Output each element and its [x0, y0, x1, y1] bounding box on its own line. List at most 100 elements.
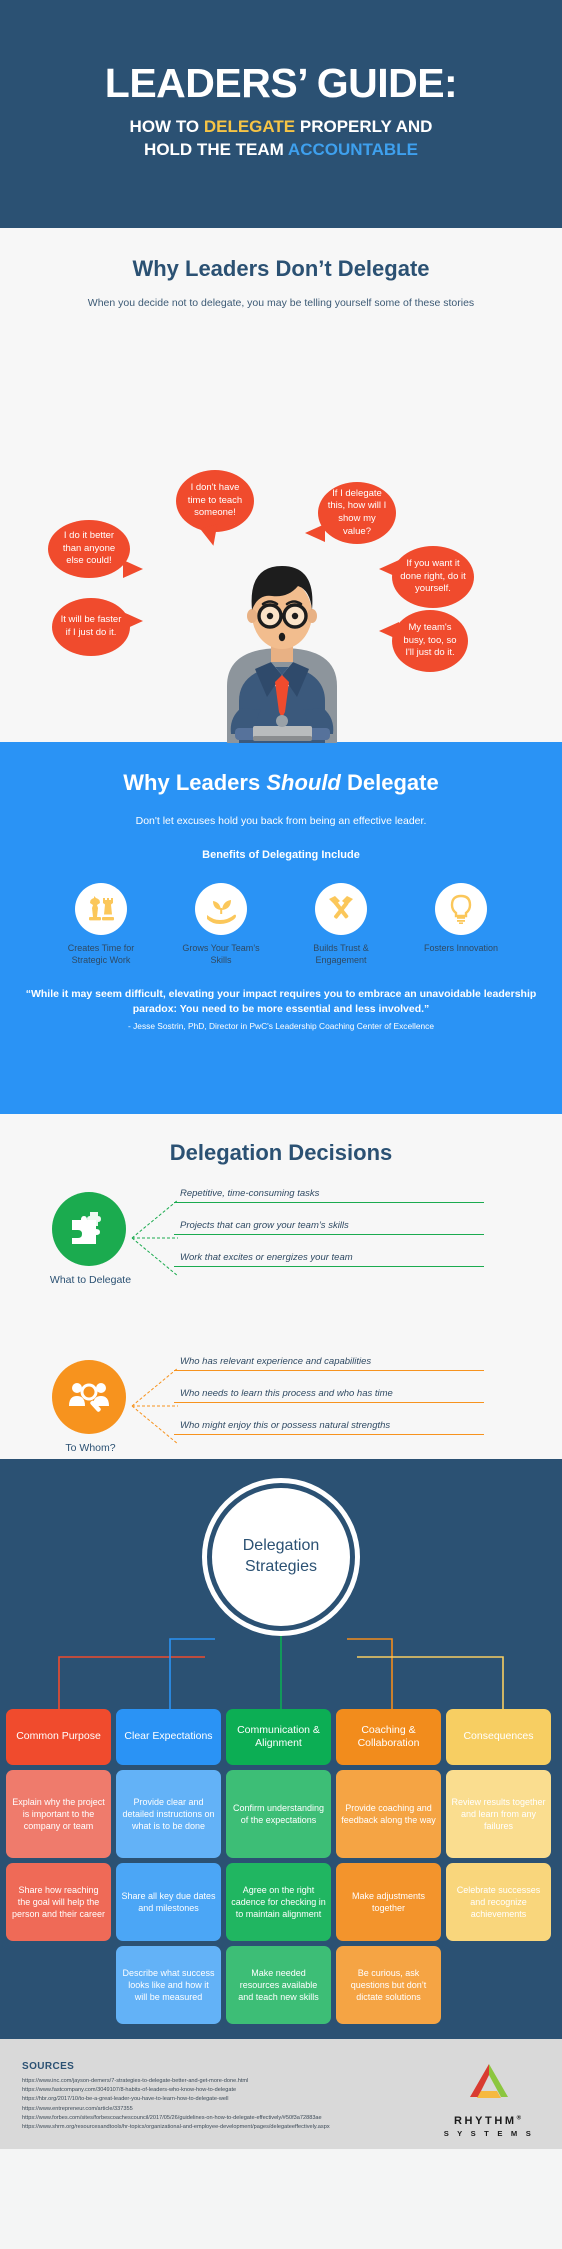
- excuse-bubble-text: It will be faster if I just do it.: [60, 614, 122, 638]
- source-link[interactable]: https://www.shrm.org/resourcesandtools/h…: [22, 2123, 330, 2132]
- decision-group-whom: To Whom? Who has relevant experience and…: [0, 1354, 562, 1474]
- section-title-should: Why Leaders Should Delegate: [0, 770, 562, 796]
- decision-group-what: What to Delegate Repetitive, time-consum…: [0, 1186, 562, 1306]
- decision-line-list: Who has relevant experience and capabili…: [174, 1354, 484, 1435]
- strategy-column: Consequences Review results together and…: [446, 1709, 551, 2024]
- strategy-column-header: Consequences: [446, 1709, 551, 1765]
- section-subtitle-excuses: When you decide not to delegate, you may…: [87, 297, 475, 309]
- excuse-bubble-text: If you want it done right, do it yoursel…: [400, 558, 466, 595]
- strategy-card: Make needed resources available and teac…: [226, 1946, 331, 2024]
- decision-line: Who has relevant experience and capabili…: [174, 1354, 484, 1371]
- benefit-item: Grows Your Team’s Skills: [175, 883, 267, 967]
- section-why-leaders-dont-delegate: Why Leaders Don’t Delegate When you deci…: [0, 228, 562, 743]
- logo-subtext: S Y S T E M S: [443, 2129, 534, 2138]
- header-banner: LEADERS’ GUIDE: HOW TO DELEGATE PROPERLY…: [0, 0, 562, 228]
- section-delegation-decisions: Delegation Decisions What to Delegate Re…: [0, 1114, 562, 1459]
- strategy-card: Share how reaching the goal will help th…: [6, 1863, 111, 1941]
- strategy-card: Describe what success looks like and how…: [116, 1946, 221, 2024]
- crossed-hammers-icon: [329, 896, 353, 919]
- strategy-card: Provide clear and detailed instructions …: [116, 1770, 221, 1858]
- excuse-bubble: It will be faster if I just do it.: [52, 598, 143, 656]
- strategy-column-header: Coaching & Collaboration: [336, 1709, 441, 1765]
- sources-block: SOURCES https://www.inc.com/jayson-demer…: [22, 2061, 330, 2149]
- strategy-card: Make adjustments together: [336, 1863, 441, 1941]
- puzzle-pieces-icon: [72, 1212, 101, 1244]
- benefit-icon-circle: [435, 883, 487, 935]
- rhythm-systems-logo: RHYTHM® S Y S T E M S: [444, 2061, 540, 2149]
- delegation-strategies-circle: Delegation Strategies: [207, 1483, 355, 1631]
- bubble-tail: [379, 560, 399, 578]
- excuse-bubble-text: If I delegate this, how will I show my v…: [327, 487, 387, 537]
- sources-list: https://www.inc.com/jayson-demers/7-stra…: [22, 2077, 330, 2132]
- benefit-item: Fosters Innovation: [415, 883, 507, 967]
- strategies-circle-line-1: Delegation: [242, 1537, 320, 1555]
- subtitle-accountable-highlight: ACCOUNTABLE: [287, 139, 418, 159]
- decision-icon-circle: [52, 1360, 126, 1434]
- logo-name-text: RHYTHM: [454, 2115, 517, 2127]
- should-title-emphasis: Should: [266, 770, 341, 795]
- benefit-icon-circle: [75, 883, 127, 935]
- benefit-label: Grows Your Team’s Skills: [182, 943, 260, 965]
- benefit-label: Fosters Innovation: [423, 943, 499, 953]
- section-title-decisions: Delegation Decisions: [169, 1140, 393, 1165]
- decision-line: Who needs to learn this process and who …: [174, 1386, 484, 1403]
- businessman-at-laptop-illustration: [227, 566, 337, 743]
- strategy-column: Coaching & Collaboration Provide coachin…: [336, 1709, 441, 2024]
- decision-line: Who might enjoy this or possess natural …: [174, 1418, 484, 1435]
- section-why-leaders-should-delegate: Why Leaders Should Delegate Don't let ex…: [0, 742, 562, 1114]
- logo-registered-mark: ®: [516, 2115, 524, 2122]
- benefits-label: Benefits of Delegating Include: [202, 849, 360, 861]
- subtitle-part-1: HOW TO: [129, 117, 204, 137]
- hand-sprout-icon: [207, 900, 236, 924]
- subtitle-part-2: PROPERLY AND: [295, 117, 433, 137]
- bubble-tail: [123, 560, 143, 578]
- strategy-column: Communication & Alignment Confirm unders…: [226, 1709, 331, 2024]
- excuse-bubble: I don't have time to teach someone!: [176, 470, 254, 548]
- benefit-label: Builds Trust & Engagement: [313, 943, 369, 965]
- bubble-tail: [305, 524, 325, 542]
- logo-wordmark: RHYTHM®: [444, 2115, 534, 2127]
- should-lead-text: Don't let excuses hold you back from bei…: [135, 815, 427, 827]
- source-link[interactable]: https://www.entrepreneur.com/article/337…: [22, 2105, 330, 2114]
- expert-quote: “While it may seem difficult, elevating …: [0, 987, 562, 1033]
- source-link[interactable]: https://www.forbes.com/sites/forbescoach…: [22, 2114, 330, 2123]
- source-link[interactable]: https://hbr.org/2017/10/to-be-a-great-le…: [22, 2095, 330, 2104]
- bubble-tail: [379, 622, 399, 640]
- benefits-icon-row: Creates Time for Strategic Work Grows Yo…: [0, 883, 562, 967]
- excuse-bubble-text: I do it better than anyone else could!: [62, 530, 116, 567]
- header-subtitle: HOW TO DELEGATE PROPERLY AND HOLD THE TE…: [0, 116, 562, 162]
- strategy-card: Be curious, ask questions but don’t dict…: [336, 1946, 441, 2024]
- strategy-card: Share all key due dates and milestones: [116, 1863, 221, 1941]
- decision-line-list: Repetitive, time-consuming tasks Project…: [174, 1186, 484, 1267]
- footer-sources: SOURCES https://www.inc.com/jayson-demer…: [0, 2039, 562, 2149]
- excuse-bubble: My team's busy, too, so I'll just do it.: [379, 610, 468, 672]
- strategy-card: Provide coaching and feedback along the …: [336, 1770, 441, 1858]
- sources-title: SOURCES: [22, 2061, 75, 2072]
- source-link[interactable]: https://www.inc.com/jayson-demers/7-stra…: [22, 2077, 330, 2086]
- excuse-bubble: I do it better than anyone else could!: [48, 520, 143, 578]
- strategy-column-header: Communication & Alignment: [226, 1709, 331, 1765]
- benefit-icon-circle: [315, 883, 367, 935]
- people-search-icon: [69, 1383, 109, 1412]
- section-title-excuses: Why Leaders Don’t Delegate: [132, 256, 430, 281]
- strategies-circle-line-2: Strategies: [244, 1558, 318, 1575]
- source-link[interactable]: https://www.fastcompany.com/3049107/8-ha…: [22, 2086, 330, 2095]
- strategy-connector-lines: [58, 1629, 504, 1709]
- should-title-part-2: Delegate: [340, 770, 439, 795]
- strategy-card: Confirm understanding of the expectation…: [226, 1770, 331, 1858]
- rhythm-triangle-icon: [469, 2064, 508, 2098]
- quote-attribution: - Jesse Sostrin, PhD, Director in PwC's …: [127, 1020, 435, 1031]
- strategy-column-header: Clear Expectations: [116, 1709, 221, 1765]
- strategy-card: Celebrate successes and recognize achiev…: [446, 1863, 551, 1941]
- benefit-label: Creates Time for Strategic Work: [67, 943, 135, 965]
- chess-pieces-icon: [89, 896, 114, 921]
- decision-line: Repetitive, time-consuming tasks: [174, 1186, 484, 1203]
- decision-icon-circle: [52, 1192, 126, 1266]
- strategy-card: Agree on the right cadence for checking …: [226, 1863, 331, 1941]
- bubble-tail: [123, 612, 143, 630]
- quote-text: “While it may seem difficult, elevating …: [25, 987, 537, 1015]
- section-delegation-strategies: Delegation Strategies Common Purpose Exp…: [0, 1459, 562, 2039]
- decision-line: Work that excites or energizes your team: [174, 1250, 484, 1267]
- decision-line: Projects that can grow your team’s skill…: [174, 1218, 484, 1235]
- excuse-bubble-text: My team's busy, too, so I'll just do it.: [403, 622, 457, 659]
